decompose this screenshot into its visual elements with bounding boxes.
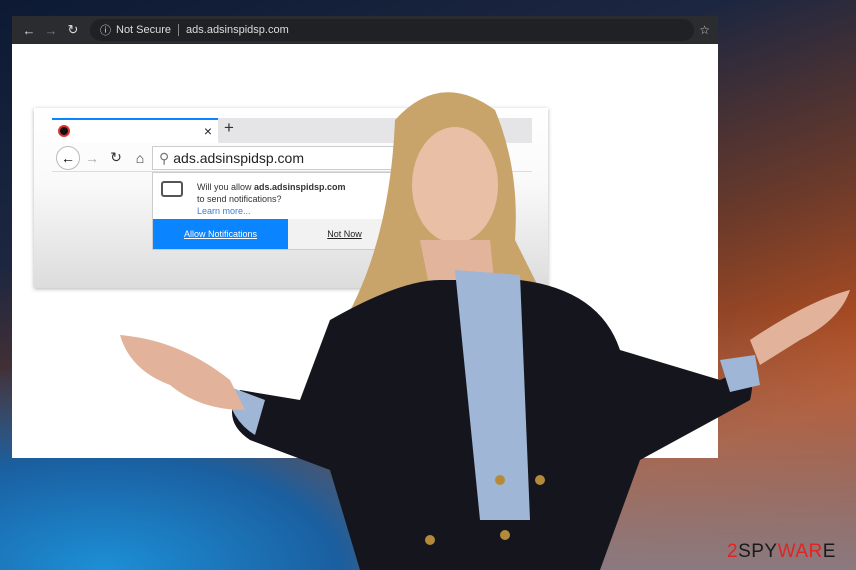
2spyware-logo: 2SPYWARE bbox=[727, 541, 836, 562]
woman-shrugging-photo bbox=[120, 92, 850, 570]
